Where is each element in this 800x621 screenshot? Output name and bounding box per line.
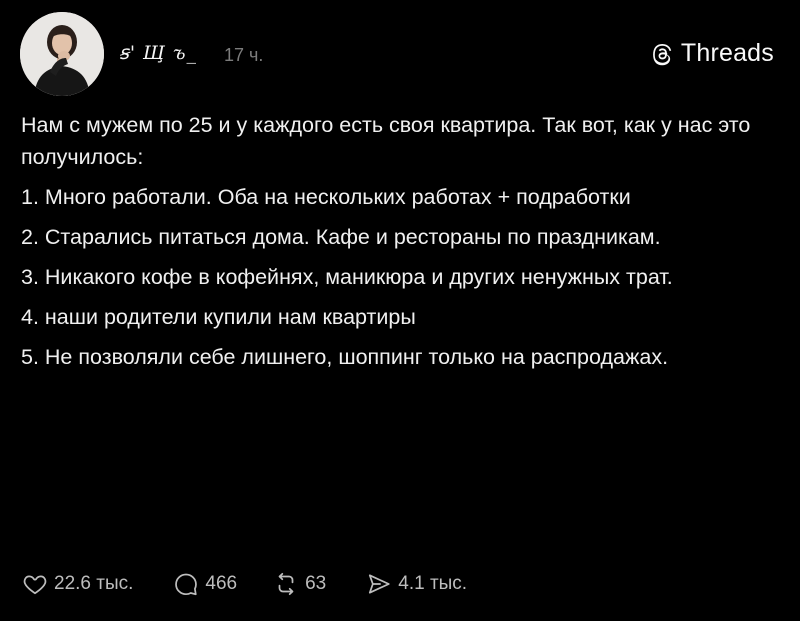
threads-post: ꞩ' Ш̧ ъ_ 17 ч. Threads Нам с мужем по 25… — [0, 0, 800, 621]
heart-icon — [22, 571, 48, 597]
threads-label: Threads — [680, 39, 774, 67]
share-count: 4.1 тыс. — [398, 573, 468, 594]
profile-photo-icon — [20, 12, 104, 96]
comment-icon — [173, 571, 199, 597]
post-body: Нам с мужем по 25 и у каждого есть своя … — [21, 109, 751, 381]
like-button[interactable]: 22.6 тыс. — [22, 571, 133, 597]
post-paragraph-4: 4. наши родители купили нам квартиры — [21, 305, 416, 329]
repost-button[interactable]: 63 — [273, 571, 326, 597]
share-button[interactable]: 4.1 тыс. — [366, 571, 467, 597]
reply-button[interactable]: 466 — [173, 571, 237, 597]
threads-logo-icon — [650, 42, 674, 66]
post-header: ꞩ' Ш̧ ъ_ 17 ч. Threads — [18, 12, 782, 96]
post-paragraph-1: 1. Много работали. Оба на нескольких раб… — [21, 185, 631, 209]
post-actions: 22.6 тыс. 466 63 4.1 тыс. — [22, 565, 467, 603]
author-username[interactable]: ꞩ' Ш̧ ъ_ — [119, 42, 197, 64]
like-count: 22.6 тыс. — [54, 573, 134, 594]
post-timestamp: 17 ч. — [224, 45, 264, 65]
repost-icon — [273, 571, 299, 597]
repost-count: 63 — [305, 573, 327, 594]
post-paragraph-intro: Нам с мужем по 25 и у каждого есть своя … — [21, 113, 751, 169]
avatar[interactable] — [20, 12, 104, 96]
threads-brand: Threads — [650, 39, 774, 68]
post-paragraph-3: 3. Никакого кофе в кофейнях, маникюра и … — [21, 265, 673, 289]
send-icon — [366, 571, 392, 597]
post-paragraph-2: 2. Старались питаться дома. Кафе и ресто… — [21, 225, 661, 249]
reply-count: 466 — [205, 573, 238, 594]
post-paragraph-5: 5. Не позволяли себе лишнего, шоппинг то… — [21, 345, 669, 369]
